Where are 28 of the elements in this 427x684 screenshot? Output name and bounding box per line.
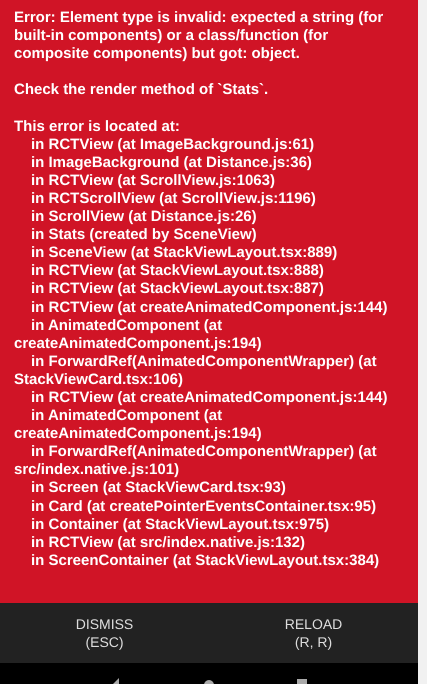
- stack-frame: in ScrollView (at Distance.js:26): [14, 208, 406, 226]
- stack-frame: in RCTView (at StackViewLayout.tsx:887): [14, 280, 406, 298]
- recents-icon[interactable]: [296, 679, 307, 684]
- stack-frame: in ScreenContainer (at StackViewLayout.tsx:384): [14, 552, 406, 570]
- stack-frame: in AnimatedComponent (at createAnimatedComponent.js:194): [14, 407, 406, 444]
- home-icon[interactable]: [204, 679, 214, 684]
- stack-frame: in RCTView (at ScrollView.js:1063): [14, 172, 406, 190]
- stack-frame: in RCTView (at src/index.native.js:132): [14, 534, 406, 552]
- stack-frame: in RCTView (at StackViewLayout.tsx:888): [14, 262, 406, 280]
- stack-frame: in Container (at StackViewLayout.tsx:975): [14, 516, 406, 534]
- stack-frame: in RCTView (at createAnimatedComponent.js:144): [14, 298, 406, 317]
- error-hint: Check the render method of `Stats`.: [14, 81, 270, 100]
- stack-frame: in ImageBackground (at Distance.js:36): [14, 154, 406, 172]
- stack-frame: in RCTScrollView (at ScrollView.js:1196): [14, 190, 406, 208]
- stack-frame: in Stats (created by SceneView): [14, 226, 406, 244]
- stack-frame: in SceneView (at StackViewLayout.tsx:889): [14, 244, 406, 262]
- stack-frame: in Screen (at StackViewCard.tsx:93): [14, 479, 406, 498]
- stack-frame: in RCTView (at ImageBackground.js:61): [14, 136, 406, 154]
- action-button[interactable]: RELOAD (R, R): [209, 603, 418, 663]
- stack-frame: in ForwardRef(AnimatedComponentWrapper) (at src/index.native.js:101): [14, 443, 406, 480]
- stack-frame: in ForwardRef(AnimatedComponentWrapper) (at StackViewCard.tsx:106): [14, 352, 406, 389]
- error-message: Error: Element type is invalid: expected a string (for built-in components) or a class/function (for composite components) but got: object.: [14, 9, 384, 64]
- action-button[interactable]: DISMISS (ESC): [0, 603, 209, 663]
- stack-frame: in RCTView (at createAnimatedComponent.js:144): [14, 388, 406, 408]
- stack-heading: This error is located at:: [14, 118, 181, 136]
- back-icon[interactable]: [111, 678, 122, 684]
- stack-frame: in AnimatedComponent (at createAnimatedComponent.js:194): [14, 316, 406, 353]
- stack-frame: in Card (at createPointerEventsContainer.tsx:95): [14, 498, 406, 516]
